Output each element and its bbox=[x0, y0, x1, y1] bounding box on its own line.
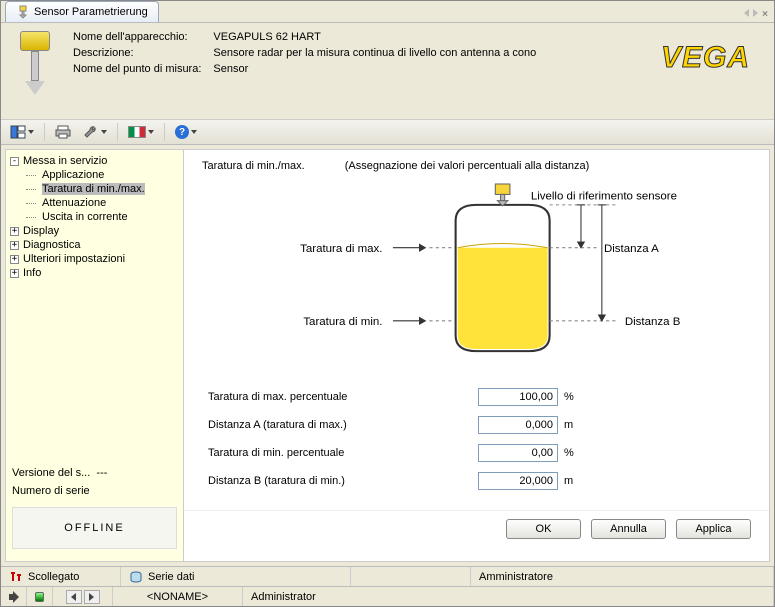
help-icon: ? bbox=[175, 125, 189, 139]
measure-point-value: Sensor bbox=[213, 63, 536, 75]
tree-node[interactable]: Taratura di min./max. bbox=[8, 182, 181, 196]
layout-icon bbox=[10, 124, 26, 140]
wrench-icon bbox=[83, 124, 99, 140]
diag-ref-level: Livello di riferimento sensore bbox=[531, 191, 677, 203]
ok-button[interactable]: OK bbox=[506, 519, 581, 539]
caret-icon bbox=[28, 130, 34, 134]
status-admin2: Administrator bbox=[251, 591, 316, 603]
expand-icon[interactable]: + bbox=[10, 227, 19, 236]
speaker-icon[interactable] bbox=[9, 591, 18, 603]
flag-it-icon bbox=[128, 126, 146, 138]
tree-node-label: Info bbox=[23, 267, 41, 279]
status-admin: Amministratore bbox=[479, 571, 553, 583]
diag-min-level: Taratura di min. bbox=[303, 316, 382, 328]
cancel-button[interactable]: Annulla bbox=[591, 519, 666, 539]
tree-node-label: Taratura di min./max. bbox=[42, 183, 145, 195]
printer-icon bbox=[55, 124, 71, 140]
content-subtitle: (Assegnazione dei valori percentuali all… bbox=[345, 160, 590, 172]
tree-node[interactable]: -Messa in servizio bbox=[8, 154, 181, 168]
max-percent-input[interactable] bbox=[478, 388, 558, 406]
toolbar-wrench-button[interactable] bbox=[78, 121, 112, 143]
connection-icon bbox=[9, 571, 23, 583]
sensor-icon bbox=[16, 5, 30, 19]
device-image bbox=[15, 31, 55, 109]
toolbar-print-button[interactable] bbox=[50, 121, 76, 143]
device-desc-label: Descrizione: bbox=[73, 47, 201, 59]
distance-a-unit: m bbox=[564, 419, 578, 431]
max-percent-unit: % bbox=[564, 391, 578, 403]
tree-node[interactable]: + Diagnostica bbox=[8, 238, 181, 252]
version-value: --- bbox=[96, 467, 107, 479]
device-name-label: Nome dell'apparecchio: bbox=[73, 31, 201, 43]
toolbar-language-button[interactable] bbox=[123, 123, 159, 141]
device-desc-value: Sensore radar per la misura continua di … bbox=[213, 47, 536, 59]
distance-a-input[interactable] bbox=[478, 416, 558, 434]
distance-b-input[interactable] bbox=[478, 472, 558, 490]
device-name-value: VEGAPULS 62 HART bbox=[213, 31, 536, 43]
toolbar-layout-button[interactable] bbox=[5, 121, 39, 143]
tree-node[interactable]: Uscita in corrente bbox=[8, 210, 181, 224]
tree-node-label: Messa in servizio bbox=[23, 155, 107, 167]
apply-button[interactable]: Applica bbox=[676, 519, 751, 539]
tab-sensor-param[interactable]: Sensor Parametrierung bbox=[5, 1, 159, 22]
caret-icon bbox=[101, 130, 107, 134]
tree-node[interactable]: Applicazione bbox=[8, 168, 181, 182]
tree-node-label: Display bbox=[23, 225, 59, 237]
tree-node[interactable]: + Info bbox=[8, 266, 181, 280]
caret-icon bbox=[191, 130, 197, 134]
diag-dist-a: Distanza A bbox=[604, 243, 659, 255]
status-connection: Scollegato bbox=[28, 571, 79, 583]
status-led-icon bbox=[35, 592, 44, 602]
caret-icon bbox=[148, 130, 154, 134]
serial-label: Numero di serie bbox=[12, 485, 90, 497]
distance-b-unit: m bbox=[564, 475, 578, 487]
tree-node-label: Uscita in corrente bbox=[42, 211, 128, 223]
tabbar-controls: × bbox=[738, 7, 774, 22]
min-percent-unit: % bbox=[564, 447, 578, 459]
tree-node[interactable]: Attenuazione bbox=[8, 196, 181, 210]
tree-node[interactable]: + Ulteriori impostazioni bbox=[8, 252, 181, 266]
tab-label: Sensor Parametrierung bbox=[34, 6, 148, 18]
expand-icon[interactable]: + bbox=[10, 255, 19, 264]
max-percent-label: Taratura di max. percentuale bbox=[208, 391, 478, 403]
status-series: Serie dati bbox=[148, 571, 194, 583]
next-button[interactable] bbox=[84, 590, 100, 604]
tree-node[interactable]: + Display bbox=[8, 224, 181, 238]
min-percent-input[interactable] bbox=[478, 444, 558, 462]
tree-node-label: Ulteriori impostazioni bbox=[23, 253, 125, 265]
navigation-tree: -Messa in servizioApplicazioneTaratura d… bbox=[6, 150, 184, 561]
distance-b-label: Distanza B (taratura di min.) bbox=[208, 475, 478, 487]
tank-diagram: Taratura di max. Taratura di min. bbox=[184, 178, 769, 378]
database-icon bbox=[129, 571, 143, 583]
toolbar-help-button[interactable]: ? bbox=[170, 122, 202, 142]
expand-icon[interactable]: + bbox=[10, 241, 19, 250]
next-tab-icon[interactable] bbox=[753, 9, 758, 17]
prev-tab-icon[interactable] bbox=[744, 9, 749, 17]
distance-a-label: Distanza A (taratura di max.) bbox=[208, 419, 478, 431]
version-label: Versione del s... bbox=[12, 467, 90, 479]
collapse-icon[interactable]: - bbox=[10, 157, 19, 166]
close-tab-icon[interactable]: × bbox=[762, 9, 768, 20]
tree-node-label: Applicazione bbox=[42, 169, 104, 181]
measure-point-label: Nome del punto di misura: bbox=[73, 63, 201, 75]
tree-node-label: Diagnostica bbox=[23, 239, 80, 251]
diag-dist-b: Distanza B bbox=[625, 316, 681, 328]
min-percent-label: Taratura di min. percentuale bbox=[208, 447, 478, 459]
vega-logo: VEGA bbox=[661, 31, 760, 75]
tree-node-label: Attenuazione bbox=[42, 197, 106, 209]
diag-max-level: Taratura di max. bbox=[300, 243, 382, 255]
status-noname: <NONAME> bbox=[147, 591, 208, 603]
offline-status: OFFLINE bbox=[12, 507, 177, 549]
expand-icon[interactable]: + bbox=[10, 269, 19, 278]
prev-button[interactable] bbox=[66, 590, 82, 604]
content-title: Taratura di min./max. bbox=[202, 160, 305, 172]
